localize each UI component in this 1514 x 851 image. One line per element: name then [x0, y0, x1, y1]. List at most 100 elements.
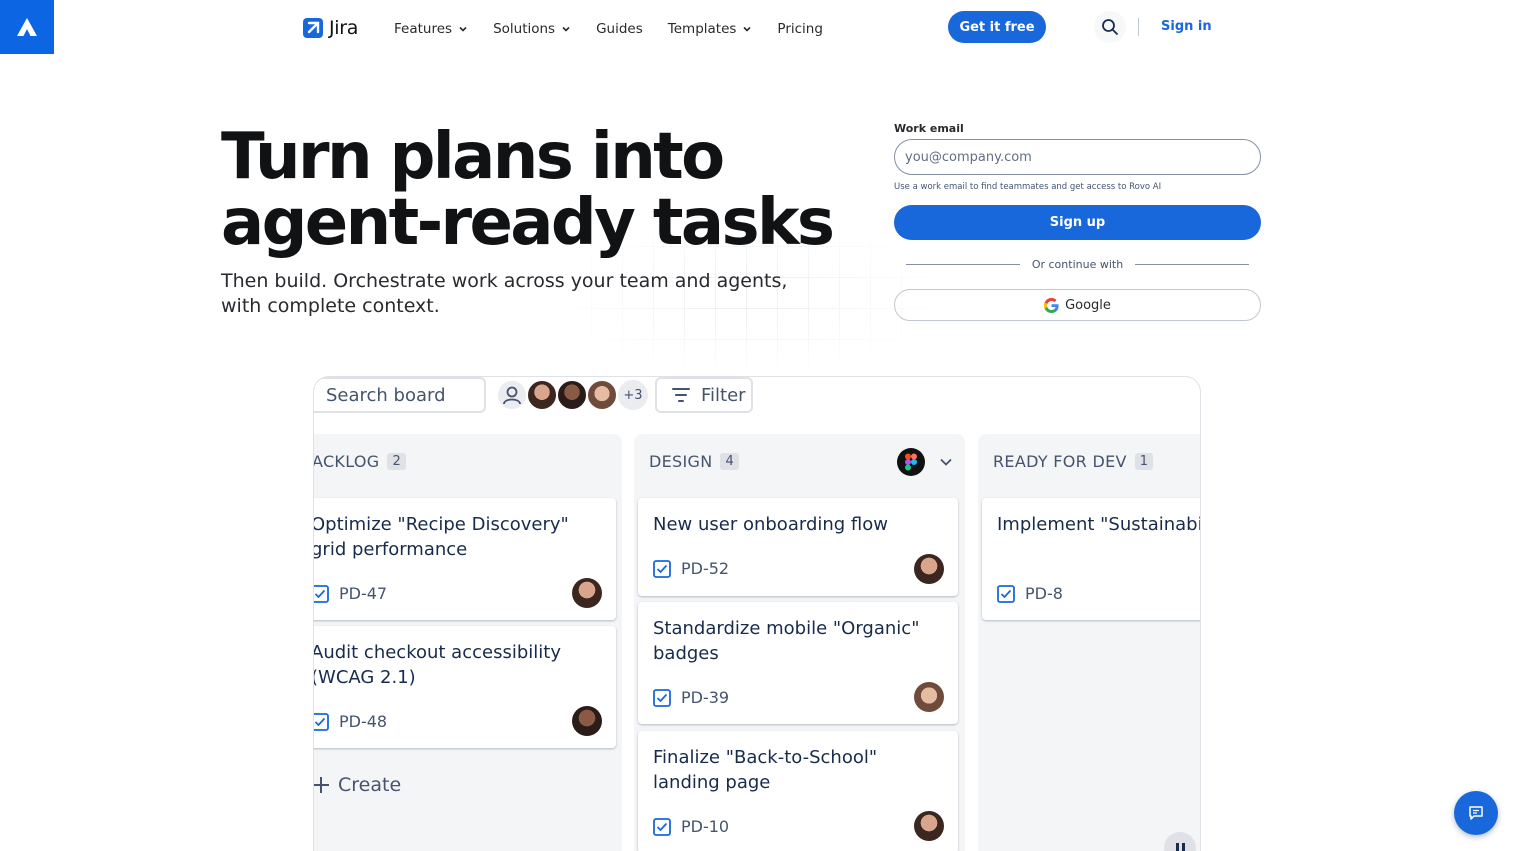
pause-icon — [1181, 843, 1185, 851]
checkbox-icon — [653, 817, 671, 836]
chevron-down-icon — [459, 26, 467, 32]
avatar — [526, 379, 558, 411]
hero-title-line: Turn plans into — [221, 120, 725, 194]
search-button[interactable] — [1094, 11, 1126, 43]
card-title: Audit checkout accessibility (WCAG 2.1) — [313, 642, 561, 688]
issue-key: PD-47 — [339, 584, 388, 603]
card-footer: PD-10 — [653, 817, 729, 836]
figma-icon[interactable] — [897, 448, 925, 476]
card-title: Optimize "Recipe Discovery" grid perform… — [313, 514, 569, 560]
card-footer: PD-48 — [314, 712, 388, 731]
checkbox-icon — [653, 688, 671, 707]
search-icon — [1102, 19, 1118, 35]
or-divider: Or continue with — [894, 258, 1261, 271]
column-header: READY FOR DEV 1 — [993, 452, 1154, 471]
chevron-down-icon — [562, 26, 570, 32]
assignee-avatar — [914, 554, 944, 584]
nav-templates[interactable]: Templates — [668, 20, 753, 38]
board-preview: Search board +3 Filter ACKLOG 2 Optimize… — [313, 376, 1201, 851]
card-title: Implement "Sustainability" video streami… — [997, 514, 1200, 535]
assignee-avatar — [572, 706, 602, 736]
card-title: New user onboarding flow — [653, 514, 888, 535]
card-title: Standardize mobile "Organic" badges — [653, 618, 920, 664]
google-signin-button[interactable]: Google — [894, 289, 1261, 321]
checkbox-icon — [653, 559, 671, 578]
google-label: Google — [1065, 297, 1111, 313]
card-footer: PD-39 — [653, 688, 729, 707]
issue-card[interactable]: New user onboarding flow PD-52 — [638, 498, 958, 596]
issue-key: PD-52 — [681, 559, 730, 578]
nav-label: Guides — [596, 21, 643, 37]
chevron-down-icon — [743, 26, 751, 32]
nav-label: Features — [394, 21, 453, 37]
chat-icon — [1469, 806, 1483, 820]
header-divider — [1138, 18, 1139, 36]
person-icon — [503, 386, 521, 405]
jira-brand[interactable]: Jira — [303, 17, 358, 39]
column-header: ACKLOG 2 — [314, 452, 407, 471]
nav-features[interactable]: Features — [394, 20, 468, 38]
jira-logo-icon — [303, 18, 323, 38]
chevron-down-icon[interactable] — [939, 455, 953, 469]
sign-in-link[interactable]: Sign in — [1161, 19, 1212, 34]
board-search-placeholder: Search board — [326, 384, 446, 406]
divider-line — [1135, 264, 1249, 265]
issue-card[interactable]: Standardize mobile "Organic" badges PD-3… — [638, 602, 958, 724]
filter-icon — [672, 388, 690, 402]
column-count: 4 — [720, 453, 740, 470]
assignee-avatar — [572, 578, 602, 608]
email-field[interactable] — [894, 139, 1261, 175]
issue-card[interactable]: Audit checkout accessibility (WCAG 2.1) … — [313, 626, 616, 748]
divider-line — [906, 264, 1020, 265]
filter-label: Filter — [701, 384, 746, 406]
hero-subtitle: Then build. Orchestrate work across your… — [221, 270, 788, 317]
search-icon — [313, 385, 316, 407]
avatar — [556, 379, 588, 411]
issue-key: PD-39 — [681, 688, 730, 707]
issue-card[interactable]: Optimize "Recipe Discovery" grid perform… — [313, 498, 616, 620]
get-it-free-button[interactable]: Get it free — [948, 11, 1046, 43]
hero-title: Turn plans into agent-ready tasks — [221, 124, 841, 256]
email-label: Work email — [894, 122, 964, 135]
team-avatars[interactable]: +3 — [496, 379, 648, 411]
plus-icon — [314, 777, 329, 793]
brand-name: Jira — [329, 17, 359, 39]
column-count: 2 — [387, 453, 407, 470]
board-column-ready-for-dev: READY FOR DEV 1 Implement "Sustainabilit… — [978, 434, 1200, 851]
nav-label: Solutions — [493, 21, 556, 37]
nav-solutions[interactable]: Solutions — [493, 20, 571, 38]
atlassian-logo[interactable] — [0, 0, 54, 54]
filter-button[interactable]: Filter — [655, 377, 753, 413]
nav-guides[interactable]: Guides — [596, 20, 643, 38]
column-name: DESIGN — [649, 452, 713, 471]
card-footer: PD-47 — [314, 584, 388, 603]
assignee-avatar — [914, 682, 944, 712]
email-hint: Use a work email to find teammates and g… — [894, 182, 1162, 192]
main-nav: Features Solutions Guides Templates Pric… — [394, 20, 848, 38]
create-issue-button[interactable]: Create — [314, 774, 402, 796]
pause-icon — [1175, 843, 1179, 851]
column-count: 1 — [1134, 453, 1154, 470]
card-footer: PD-8 — [997, 584, 1063, 603]
column-name: READY FOR DEV — [993, 452, 1127, 471]
chat-button[interactable] — [1454, 791, 1498, 835]
atlassian-logo-icon — [17, 18, 37, 36]
issue-key: PD-48 — [339, 712, 388, 731]
hero-title-line: agent-ready tasks — [221, 186, 835, 260]
signup-form: Work email Use a work email to find team… — [894, 122, 1261, 321]
checkbox-icon — [997, 584, 1015, 603]
google-icon — [1044, 297, 1059, 313]
create-label: Create — [338, 774, 402, 796]
checkbox-icon — [314, 584, 329, 603]
sign-up-button[interactable]: Sign up — [894, 205, 1261, 240]
avatar — [586, 379, 618, 411]
issue-card[interactable]: Implement "Sustainability" video streami… — [982, 498, 1200, 620]
issue-card[interactable]: Finalize "Back-to-School" landing page P… — [638, 731, 958, 851]
nav-pricing[interactable]: Pricing — [777, 20, 823, 38]
more-avatars-badge: +3 — [618, 380, 648, 410]
column-header: DESIGN 4 — [649, 452, 740, 471]
avatar — [496, 379, 528, 411]
board-search-input[interactable]: Search board — [313, 377, 486, 413]
nav-label: Pricing — [777, 21, 823, 37]
nav-label: Templates — [667, 21, 737, 37]
